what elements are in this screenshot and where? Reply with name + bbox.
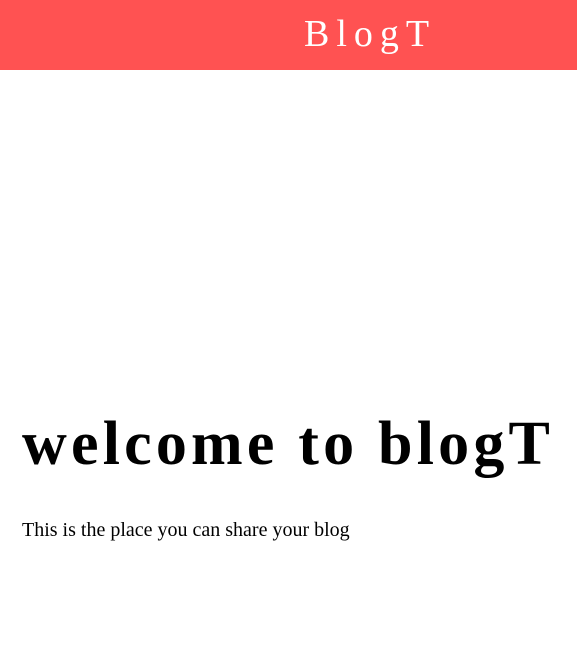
top-nav-bar: BlogT (0, 0, 577, 70)
intro-text: This is the place you can share your blo… (22, 519, 350, 541)
brand-logo[interactable]: BlogT (304, 12, 436, 56)
page-title: welcome to blogT (22, 410, 555, 478)
